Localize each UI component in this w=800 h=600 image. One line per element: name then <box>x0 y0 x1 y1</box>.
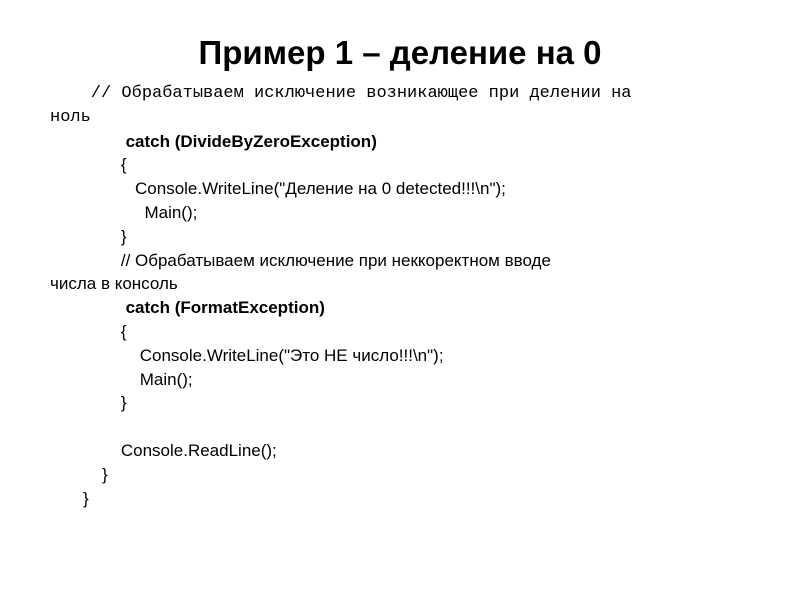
code-line: { <box>50 153 750 177</box>
code-line: { <box>50 320 750 344</box>
code-line: catch (FormatException) <box>50 296 750 320</box>
code-line: } <box>50 487 750 511</box>
code-line: Main(); <box>50 201 750 225</box>
code-line: } <box>50 391 750 415</box>
code-line: Console.ReadLine(); <box>50 439 750 463</box>
code-line: } <box>50 463 750 487</box>
slide-title: Пример 1 – деление на 0 <box>0 0 800 82</box>
code-line: Console.WriteLine("Это НЕ число!!!\n"); <box>50 344 750 368</box>
code-line: catch (DivideByZeroException) <box>50 130 750 154</box>
comment-line: // Обрабатываем исключение возникающее п… <box>50 82 750 106</box>
code-line: Main(); <box>50 368 750 392</box>
blank-line <box>50 415 750 439</box>
code-body: // Обрабатываем исключение возникающее п… <box>0 82 800 510</box>
code-line: } <box>50 225 750 249</box>
comment-line: числа в консоль <box>50 272 750 296</box>
comment-line: ноль <box>50 106 750 130</box>
code-line: Console.WriteLine("Деление на 0 detected… <box>50 177 750 201</box>
slide: Пример 1 – деление на 0 // Обрабатываем … <box>0 0 800 600</box>
comment-line: // Обрабатываем исключение при неккорект… <box>50 249 750 273</box>
